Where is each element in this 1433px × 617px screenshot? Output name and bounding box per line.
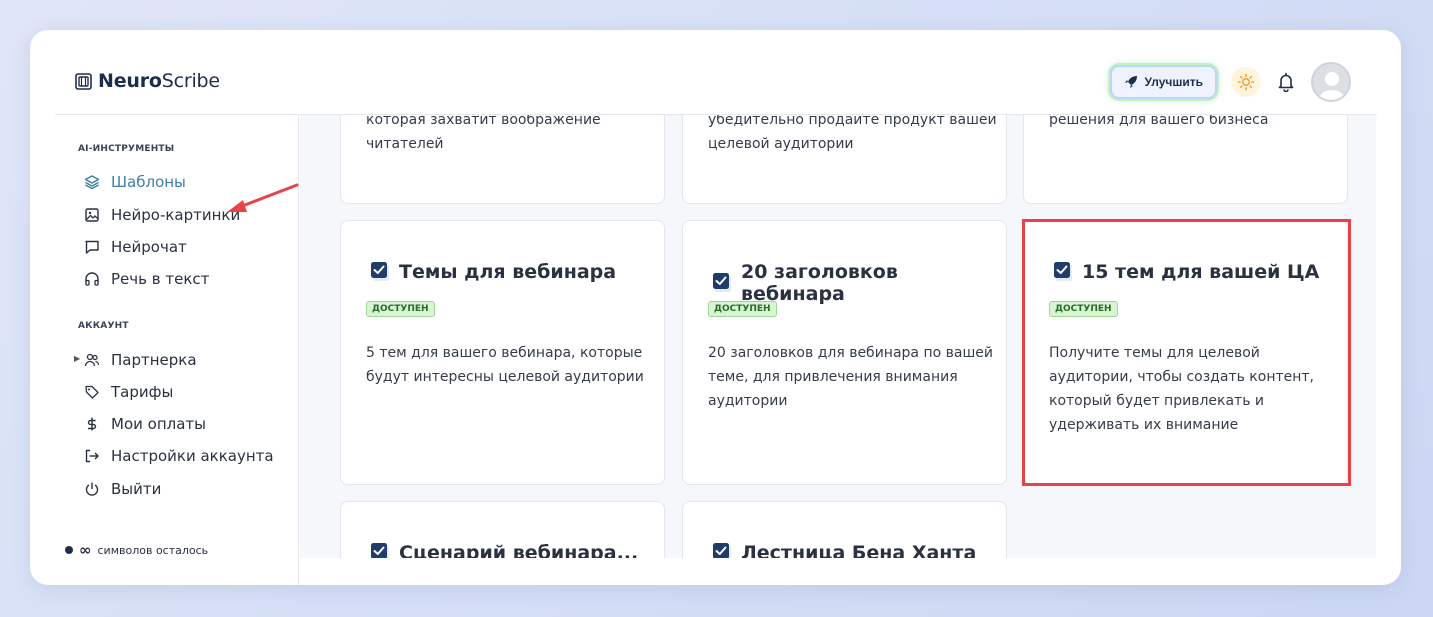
- sun-icon: [1237, 73, 1255, 91]
- card-title: Сценарий вебинара...: [371, 542, 638, 558]
- sidebar-item-templates[interactable]: Шаблоны: [83, 171, 186, 193]
- image-icon: [83, 206, 101, 224]
- sidebar-item-speech-to-text[interactable]: Речь в текст: [83, 268, 209, 290]
- status-dot: [65, 546, 73, 554]
- sidebar-item-label: Шаблоны: [111, 173, 186, 191]
- template-card-audience-topics[interactable]: 15 тем для вашей ЦА ДОСТУПЕН Получите те…: [1023, 220, 1348, 485]
- card-title-text: Темы для вебинара: [399, 261, 617, 283]
- sidebar-item-label: Мои оплаты: [111, 415, 206, 433]
- logo-text: NeuroScribe: [98, 70, 220, 92]
- dollar-icon: [83, 415, 101, 433]
- checkbox-icon: [371, 262, 389, 281]
- template-card[interactable]: которая захватит воображение читателей: [340, 115, 665, 204]
- sidebar-item-label: Выйти: [111, 480, 162, 498]
- headphones-icon: [83, 270, 101, 288]
- template-card-ben-hunt-ladder[interactable]: Лестница Бена Ханта: [682, 501, 1007, 558]
- sidebar-item-payments[interactable]: Мои оплаты: [83, 413, 206, 435]
- card-title: 20 заголовков вебинара: [713, 261, 1006, 305]
- rocket-icon: [1124, 76, 1137, 88]
- sidebar-item-label: Настройки аккаунта: [111, 447, 274, 465]
- users-icon: [83, 351, 101, 369]
- card-description: Получите темы для целевой аудитории, что…: [1049, 345, 1315, 433]
- checkbox-icon: [371, 543, 389, 558]
- upgrade-label: Улучшить: [1144, 75, 1203, 89]
- sidebar-item-neurochat[interactable]: Нейрочат: [83, 236, 187, 258]
- card-title: Лестница Бена Ханта: [713, 542, 976, 558]
- checkbox-icon: [1054, 262, 1072, 281]
- user-avatar-icon: [1319, 72, 1345, 100]
- symbols-label: символов осталось: [97, 543, 209, 557]
- card-title: Темы для вебинара: [371, 261, 616, 283]
- theme-toggle[interactable]: [1231, 67, 1261, 97]
- expand-caret-icon[interactable]: ▶: [74, 354, 80, 363]
- template-card[interactable]: решения для вашего бизнеса: [1023, 115, 1348, 204]
- template-card[interactable]: убедительно продайте продукт вашей целев…: [682, 115, 1007, 204]
- card-title-text: 20 заголовков вебинара: [741, 261, 898, 305]
- template-card-webinar-headlines[interactable]: 20 заголовков вебинара ДОСТУПЕН 20 загол…: [682, 220, 1007, 485]
- sidebar-item-label: Партнерка: [111, 351, 197, 369]
- card-description: 5 тем для вашего вебинара, которые будут…: [366, 345, 644, 385]
- logo[interactable]: NeuroScribe: [75, 70, 220, 92]
- sidebar-item-label: Нейрочат: [111, 238, 187, 256]
- card-description: которая захватит воображение читателей: [366, 115, 601, 152]
- layers-icon: [83, 173, 101, 191]
- status-badge: ДОСТУПЕН: [708, 301, 777, 317]
- card-title-text: Лестница Бена Ханта: [741, 542, 977, 558]
- card-title: 15 тем для вашей ЦА: [1054, 261, 1319, 283]
- top-header: NeuroScribe Улучшить: [55, 30, 1377, 115]
- card-title-text: 15 тем для вашей ЦА: [1082, 261, 1320, 283]
- template-card-webinar-script[interactable]: Сценарий вебинара...: [340, 501, 665, 558]
- symbols-remaining: ∞ символов осталось: [65, 541, 208, 559]
- sidebar-item-account-settings[interactable]: Настройки аккаунта: [83, 445, 274, 467]
- notifications-button[interactable]: [1275, 71, 1297, 93]
- infinity-symbol: ∞: [79, 541, 92, 559]
- upgrade-button[interactable]: Улучшить: [1109, 65, 1217, 99]
- header-actions: Улучшить: [1109, 62, 1351, 102]
- sidebar-item-neuro-images[interactable]: Нейро-картинки: [83, 204, 240, 226]
- card-description: решения для вашего бизнеса: [1049, 115, 1269, 128]
- sidebar-item-partner[interactable]: Партнерка: [83, 349, 197, 371]
- templates-grid: которая захватит воображение читателей у…: [300, 115, 1376, 558]
- logo-icon: [75, 72, 92, 90]
- sidebar-item-label: Нейро-картинки: [111, 206, 241, 224]
- sidebar-section-ai: AI-ИНСТРУМЕНТЫ: [78, 144, 175, 154]
- status-badge: ДОСТУПЕН: [366, 301, 435, 317]
- power-icon: [83, 480, 101, 498]
- checkbox-icon: [713, 273, 731, 292]
- card-description: 20 заголовков для вебинара по вашей теме…: [708, 345, 993, 409]
- tag-icon: [83, 383, 101, 401]
- sidebar-item-tariffs[interactable]: Тарифы: [83, 381, 173, 403]
- status-badge: ДОСТУПЕН: [1049, 301, 1118, 317]
- sidebar-item-label: Тарифы: [111, 383, 174, 401]
- sidebar-section-account: АККАУНТ: [78, 321, 129, 331]
- chat-icon: [83, 238, 101, 256]
- sidebar-item-label: Речь в текст: [111, 270, 210, 288]
- app-window: NeuroScribe Улучшить AI-ИНСТРУМЕНТЫ Шабл…: [30, 30, 1401, 585]
- card-description: убедительно продайте продукт вашей целев…: [708, 115, 997, 152]
- template-card-webinar-topics[interactable]: Темы для вебинара ДОСТУПЕН 5 тем для ваш…: [340, 220, 665, 485]
- avatar[interactable]: [1311, 62, 1351, 102]
- logout-arrow-icon: [83, 447, 101, 465]
- sidebar-item-logout[interactable]: Выйти: [83, 478, 161, 500]
- checkbox-icon: [713, 543, 731, 558]
- bell-icon: [1278, 72, 1294, 92]
- annotation-arrow-icon: [227, 183, 299, 212]
- card-title-text: Сценарий вебинара...: [399, 542, 639, 558]
